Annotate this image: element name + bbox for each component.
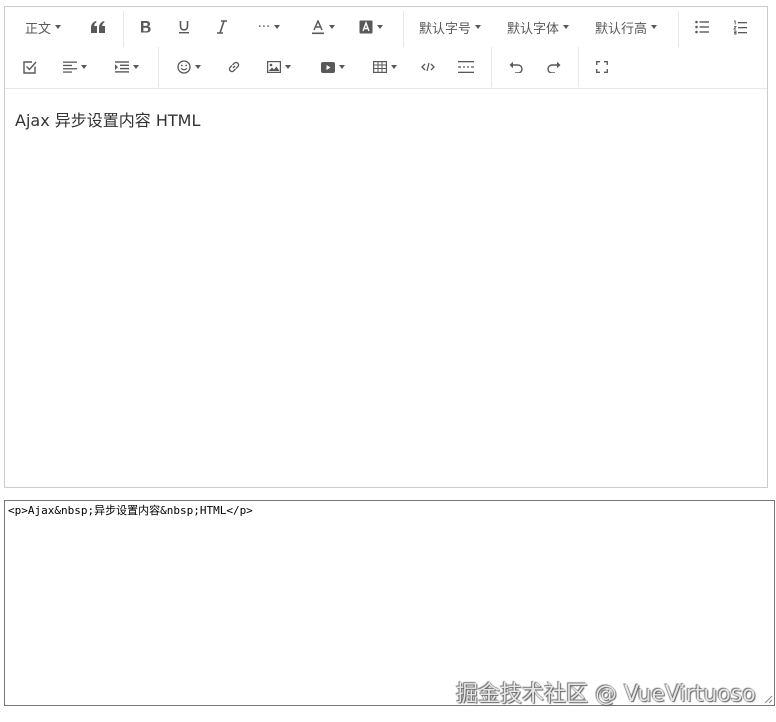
indent-button[interactable]: [109, 52, 145, 82]
toolbar-row-1: 正文 ··· 默认字号 默认字体 默认行高: [5, 7, 767, 47]
underline-icon: [179, 21, 189, 34]
code-block-icon: [421, 62, 435, 72]
editor-toolbar: 正文 ··· 默认字号 默认字体 默认行高: [5, 7, 767, 89]
toolbar-divider: [491, 47, 492, 87]
fullscreen-icon: [596, 61, 608, 73]
chevron-down-icon: [339, 65, 345, 69]
image-button[interactable]: [261, 52, 297, 82]
heading-select[interactable]: 正文: [21, 12, 65, 42]
table-button[interactable]: [367, 52, 403, 82]
table-icon: [373, 61, 387, 73]
bold-button[interactable]: [133, 12, 159, 42]
emotion-button[interactable]: [171, 52, 207, 82]
chevron-down-icon: [651, 25, 657, 29]
toolbar-divider: [123, 11, 124, 47]
chevron-down-icon: [329, 25, 335, 29]
font-family-select[interactable]: 默认字体: [503, 12, 573, 42]
heading-select-label: 正文: [24, 21, 51, 37]
chevron-down-icon: [81, 65, 87, 69]
emotion-icon: [177, 60, 191, 74]
chevron-down-icon: [195, 65, 201, 69]
line-height-select[interactable]: 默认行高: [591, 12, 661, 42]
video-icon: [321, 61, 335, 73]
fullscreen-button[interactable]: [589, 52, 615, 82]
todo-button[interactable]: [17, 52, 43, 82]
blockquote-icon: [91, 21, 105, 33]
indent-icon: [115, 61, 129, 73]
undo-button[interactable]: [503, 52, 529, 82]
font-size-select-label: 默认字号: [418, 21, 471, 37]
todo-icon: [23, 61, 37, 74]
chevron-down-icon: [475, 25, 481, 29]
numbered-list-icon: [733, 20, 747, 34]
divider-button[interactable]: [453, 52, 479, 82]
italic-button[interactable]: [209, 12, 235, 42]
toolbar-row-2: [5, 47, 767, 87]
align-button[interactable]: [57, 52, 93, 82]
code-block-button[interactable]: [415, 52, 441, 82]
image-icon: [267, 61, 281, 73]
toolbar-divider: [403, 11, 404, 47]
chevron-down-icon: [377, 25, 383, 29]
chevron-down-icon: [285, 65, 291, 69]
more-button[interactable]: ···: [251, 12, 287, 42]
toolbar-divider: [158, 47, 159, 87]
redo-icon: [547, 61, 561, 73]
chevron-down-icon: [133, 65, 139, 69]
editor-paragraph[interactable]: Ajax 异步设置内容 HTML: [15, 107, 200, 131]
more-icon: ···: [257, 19, 271, 35]
blockquote-button[interactable]: [85, 12, 111, 42]
underline-button[interactable]: [171, 12, 197, 42]
bulleted-list-icon: [695, 20, 709, 34]
rich-text-editor: 正文 ··· 默认字号 默认字体 默认行高 Ajax 异步设置内容 HTML: [4, 6, 768, 488]
font-color-button[interactable]: [305, 12, 341, 42]
font-family-select-label: 默认字体: [506, 21, 559, 37]
chevron-down-icon: [563, 25, 569, 29]
video-button[interactable]: [315, 52, 351, 82]
toolbar-divider: [678, 11, 679, 47]
bulleted-list-button[interactable]: [689, 12, 715, 42]
divider-icon: [458, 61, 474, 73]
resize-grip-icon[interactable]: [762, 693, 773, 704]
font-size-select[interactable]: 默认字号: [415, 12, 485, 42]
line-height-select-label: 默认行高: [594, 21, 647, 37]
bold-icon: [141, 21, 151, 33]
italic-icon: [217, 20, 227, 34]
align-icon: [63, 61, 77, 73]
toolbar-divider: [578, 47, 579, 87]
link-icon: [228, 61, 240, 73]
watermark: 掘金技术社区 @ VueVirtuoso: [456, 682, 756, 707]
chevron-down-icon: [55, 25, 61, 29]
undo-icon: [509, 61, 523, 73]
editor-content-area[interactable]: Ajax 异步设置内容 HTML: [5, 89, 767, 487]
redo-button[interactable]: [541, 52, 567, 82]
background-color-icon: [359, 20, 373, 34]
chevron-down-icon: [391, 65, 397, 69]
numbered-list-button[interactable]: [727, 12, 753, 42]
font-color-icon: [312, 19, 324, 34]
link-button[interactable]: [221, 52, 247, 82]
background-color-button[interactable]: [353, 12, 389, 42]
chevron-down-icon: [274, 25, 281, 29]
